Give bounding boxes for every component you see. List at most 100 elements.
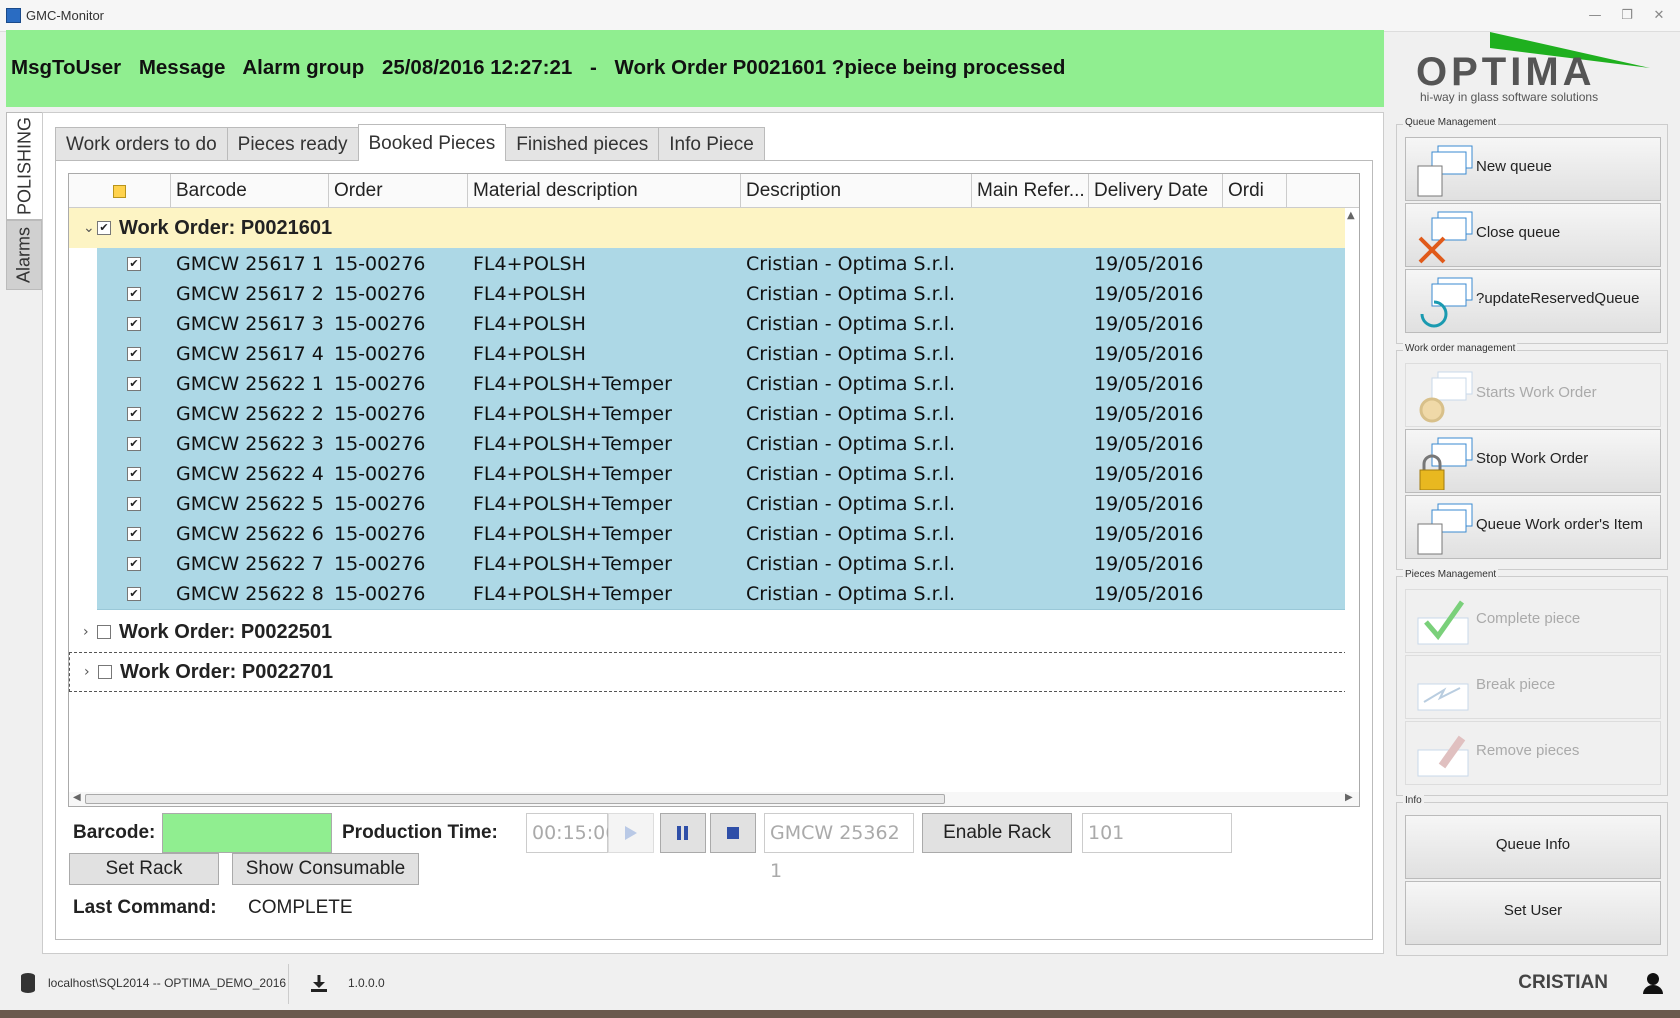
column-header[interactable]: Description: [741, 174, 972, 208]
scroll-up-icon[interactable]: ▲: [1347, 210, 1355, 221]
work-order-group-row[interactable]: › Work Order: P0022501: [69, 612, 1347, 652]
group-checkbox[interactable]: [98, 665, 112, 679]
row-select-cell[interactable]: ✔: [97, 518, 171, 550]
cell-main-ref: [972, 428, 1089, 460]
row-select-cell[interactable]: ✔: [97, 398, 171, 430]
table-row[interactable]: ✔ GMCW 25622 5 15-00276 FL4+POLSH+Temper Cri…: [97, 488, 1347, 520]
tab-finished-pieces[interactable]: Finished pieces: [505, 127, 660, 161]
tab-pieces-ready[interactable]: Pieces ready: [226, 127, 359, 161]
tab-booked-pieces[interactable]: Booked Pieces: [357, 124, 507, 161]
update-reserved-queue-button[interactable]: ?updateReservedQueue: [1405, 269, 1661, 333]
enable-rack-button[interactable]: Enable Rack: [922, 813, 1072, 853]
remove-pieces-button[interactable]: Remove pieces: [1405, 721, 1661, 785]
group-checkbox[interactable]: [97, 625, 111, 639]
column-header[interactable]: Order: [329, 174, 468, 208]
cell-order: 15-00276: [334, 313, 426, 335]
cell-delivery: 19/05/2016: [1094, 253, 1204, 275]
new-queue-button[interactable]: New queue: [1405, 137, 1661, 201]
table-row[interactable]: ✔ GMCW 25622 2 15-00276 FL4+POLSH+Temper Cri…: [97, 398, 1347, 430]
queue-work-order-item-button[interactable]: Queue Work order's Item: [1405, 495, 1661, 559]
tab-work-orders-to-do[interactable]: Work orders to do: [55, 127, 228, 161]
row-select-cell[interactable]: ✔: [97, 458, 171, 490]
cell-main-ref: [972, 248, 1089, 280]
row-select-cell[interactable]: ✔: [97, 338, 171, 370]
close-icon[interactable]: ✕: [1646, 6, 1672, 26]
show-consumable-button[interactable]: Show Consumable: [232, 853, 419, 885]
msg-separator: -: [590, 56, 597, 79]
row-select-cell[interactable]: ✔: [97, 248, 171, 280]
connection-string: localhost\SQL2014 -- OPTIMA_DEMO_2016: [48, 976, 287, 990]
row-checkbox[interactable]: ✔: [127, 497, 141, 511]
close-queue-button[interactable]: Close queue: [1405, 203, 1661, 267]
row-checkbox[interactable]: ✔: [127, 527, 141, 541]
row-checkbox[interactable]: ✔: [127, 467, 141, 481]
row-select-cell[interactable]: ✔: [97, 578, 171, 610]
row-select-cell[interactable]: ✔: [97, 368, 171, 400]
column-header[interactable]: Delivery Date: [1089, 174, 1223, 208]
chevron-down-icon[interactable]: ⌄: [83, 220, 97, 236]
side-tab-polishing[interactable]: POLISHING: [6, 112, 42, 220]
table-row[interactable]: ✔ GMCW 25622 8 15-00276 FL4+POLSH+Temper Cri…: [97, 578, 1347, 610]
barcode-input[interactable]: [162, 813, 332, 853]
play-button[interactable]: [608, 813, 654, 853]
stop-button[interactable]: [710, 813, 756, 853]
group-title: Pieces Management: [1403, 569, 1499, 580]
table-row[interactable]: ✔ GMCW 25622 3 15-00276 FL4+POLSH+Temper Cri…: [97, 428, 1347, 460]
row-checkbox[interactable]: ✔: [127, 377, 141, 391]
column-header[interactable]: Main Refer...: [972, 174, 1089, 208]
vertical-scrollbar[interactable]: ▲ ▼: [1345, 208, 1359, 806]
row-select-cell[interactable]: ✔: [97, 278, 171, 310]
table-row[interactable]: ✔ GMCW 25617 1 15-00276 FL4+POLSH Cristian -…: [97, 248, 1347, 280]
table-row[interactable]: ✔ GMCW 25617 3 15-00276 FL4+POLSH Cristian -…: [97, 308, 1347, 340]
set-user-button[interactable]: Set User: [1405, 881, 1661, 945]
restore-icon[interactable]: ❐: [1614, 6, 1640, 26]
table-row[interactable]: ✔ GMCW 25622 4 15-00276 FL4+POLSH+Temper Cri…: [97, 458, 1347, 490]
row-select-cell[interactable]: ✔: [97, 308, 171, 340]
cell-material: FL4+POLSH: [473, 253, 586, 275]
row-select-cell[interactable]: ✔: [97, 548, 171, 580]
chevron-right-icon[interactable]: ›: [83, 624, 97, 640]
column-header[interactable]: Material description: [468, 174, 741, 208]
row-select-cell[interactable]: ✔: [97, 488, 171, 520]
select-all-header[interactable]: [69, 174, 171, 208]
row-checkbox[interactable]: ✔: [127, 407, 141, 421]
rack-number-field[interactable]: 101: [1082, 813, 1232, 853]
row-checkbox[interactable]: ✔: [127, 257, 141, 271]
group-checkbox[interactable]: ✔: [97, 221, 111, 235]
table-row[interactable]: ✔ GMCW 25622 6 15-00276 FL4+POLSH+Temper Cri…: [97, 518, 1347, 550]
minimize-icon[interactable]: —: [1582, 6, 1608, 26]
queue-info-button[interactable]: Queue Info: [1405, 815, 1661, 879]
row-checkbox[interactable]: ✔: [127, 437, 141, 451]
tab-info-piece[interactable]: Info Piece: [658, 127, 765, 161]
starts-work-order-button[interactable]: Starts Work Order: [1405, 363, 1661, 427]
group-title: Work order management: [1403, 343, 1518, 354]
table-row[interactable]: ✔ GMCW 25622 7 15-00276 FL4+POLSH+Temper Cri…: [97, 548, 1347, 580]
table-row[interactable]: ✔ GMCW 25617 4 15-00276 FL4+POLSH Cristian -…: [97, 338, 1347, 370]
pause-button[interactable]: [660, 813, 706, 853]
complete-piece-button[interactable]: Complete piece: [1405, 589, 1661, 653]
work-order-group-row[interactable]: ⌄ ✔ Work Order: P0021601: [69, 208, 1347, 248]
row-checkbox[interactable]: ✔: [127, 587, 141, 601]
table-row[interactable]: ✔ GMCW 25622 1 15-00276 FL4+POLSH+Temper Cri…: [97, 368, 1347, 400]
work-order-group-row[interactable]: › Work Order: P0022701: [69, 652, 1347, 692]
scroll-thumb[interactable]: [85, 794, 945, 804]
row-checkbox[interactable]: ✔: [127, 317, 141, 331]
horizontal-scrollbar[interactable]: ◀ ▶: [69, 792, 1359, 806]
stop-work-order-button[interactable]: Stop Work Order: [1405, 429, 1661, 493]
column-header[interactable]: Ordi: [1223, 174, 1287, 208]
select-all-checkbox[interactable]: [113, 184, 126, 198]
logo-word: OPTIMA: [1416, 50, 1596, 94]
table-row[interactable]: ✔ GMCW 25617 2 15-00276 FL4+POLSH Cristian -…: [97, 278, 1347, 310]
scroll-left-icon[interactable]: ◀: [73, 792, 81, 803]
chevron-right-icon[interactable]: ›: [84, 664, 98, 680]
column-header[interactable]: Barcode: [171, 174, 329, 208]
row-checkbox[interactable]: ✔: [127, 557, 141, 571]
cell-barcode: GMCW 25617 1: [176, 253, 324, 275]
break-piece-button[interactable]: Break piece: [1405, 655, 1661, 719]
row-checkbox[interactable]: ✔: [127, 347, 141, 361]
row-checkbox[interactable]: ✔: [127, 287, 141, 301]
side-tab-alarms[interactable]: Alarms: [6, 220, 42, 290]
row-select-cell[interactable]: ✔: [97, 428, 171, 460]
set-rack-button[interactable]: Set Rack: [69, 853, 219, 885]
scroll-right-icon[interactable]: ▶: [1345, 792, 1353, 803]
